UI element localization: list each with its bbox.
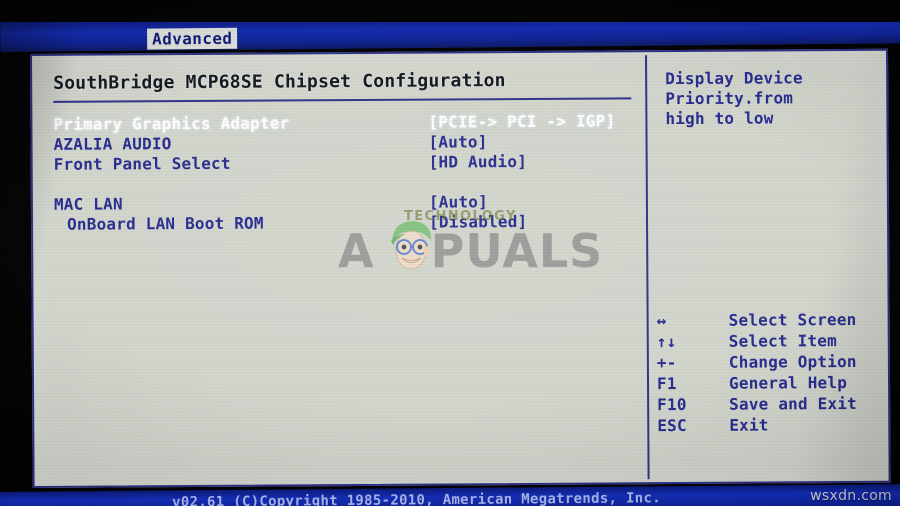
bios-screen: Advanced SouthBridge MCP68SE Chipset Con… xyxy=(0,0,900,506)
key-legend-label: Change Option xyxy=(728,351,857,372)
key-legend-row-save-and-exit: F10 Save and Exit xyxy=(657,393,882,415)
setup-window: SouthBridge MCP68SE Chipset Configuratio… xyxy=(30,48,891,488)
key-legend-label: Exit xyxy=(729,415,769,435)
setting-value[interactable]: [Disabled] xyxy=(429,212,527,233)
help-line-1: Display Device xyxy=(665,68,803,89)
help-line-2: Priority.from xyxy=(665,88,794,109)
esc-key: ESC xyxy=(657,415,687,436)
f1-key: F1 xyxy=(656,374,677,394)
help-line-3: high to low xyxy=(665,108,774,129)
setting-value[interactable]: [PCIE-> PCI -> IGP] xyxy=(428,111,615,132)
key-legend-label: Select Item xyxy=(728,331,837,351)
up-down-arrow-icon: ↑↓ xyxy=(656,332,677,352)
setting-label: MAC LAN xyxy=(53,194,123,214)
bios-footer-band: v02.61 (C)Copyright 1985-2010, American … xyxy=(0,484,900,506)
plus-minus-icon: +- xyxy=(656,353,677,373)
key-legend-row-general-help: F1 General Help xyxy=(657,372,882,394)
setting-label: Front Panel Select xyxy=(53,153,231,174)
key-legend-label: Select Screen xyxy=(728,309,857,330)
screen-top-bezel xyxy=(0,0,900,22)
setting-label: OnBoard LAN Boot ROM xyxy=(66,213,264,234)
title-divider xyxy=(53,97,632,103)
setting-label: Primary Graphics Adapter xyxy=(53,113,290,134)
copyright-text: v02.61 (C)Copyright 1985-2010, American … xyxy=(172,490,661,506)
settings-pane: SouthBridge MCP68SE Chipset Configuratio… xyxy=(35,55,646,483)
key-legend-row-change-option: +- Change Option xyxy=(657,351,882,373)
tab-advanced[interactable]: Advanced xyxy=(147,27,238,50)
left-right-arrow-icon: ↔ xyxy=(656,311,667,331)
key-legend-label: General Help xyxy=(728,373,848,393)
setting-value[interactable]: [Auto] xyxy=(428,132,487,152)
key-legend-row-select-screen: ↔ Select Screen xyxy=(657,309,882,331)
settings-list: Primary Graphics Adapter [PCIE-> PCI -> … xyxy=(53,111,644,235)
key-legend-row-select-item: ↑↓ Select Item xyxy=(657,330,882,352)
help-pane: Display Device Priority.from high to low… xyxy=(643,54,886,479)
key-legend-row-exit: ESC Exit xyxy=(657,414,882,436)
setting-value[interactable]: [HD Audio] xyxy=(429,152,527,173)
section-title: SouthBridge MCP68SE Chipset Configuratio… xyxy=(53,70,506,94)
f10-key: F10 xyxy=(657,394,687,415)
key-legend-label: Save and Exit xyxy=(729,393,858,414)
setting-label: AZALIA AUDIO xyxy=(53,134,172,154)
wsxdn-watermark: wsxdn.com xyxy=(810,488,892,504)
setting-value[interactable]: [Auto] xyxy=(429,192,488,212)
key-legend: ↔ Select Screen ↑↓ Select Item +- Change… xyxy=(657,309,883,436)
setting-row-onboard-lan-boot-rom[interactable]: OnBoard LAN Boot ROM [Disabled] xyxy=(54,211,644,235)
